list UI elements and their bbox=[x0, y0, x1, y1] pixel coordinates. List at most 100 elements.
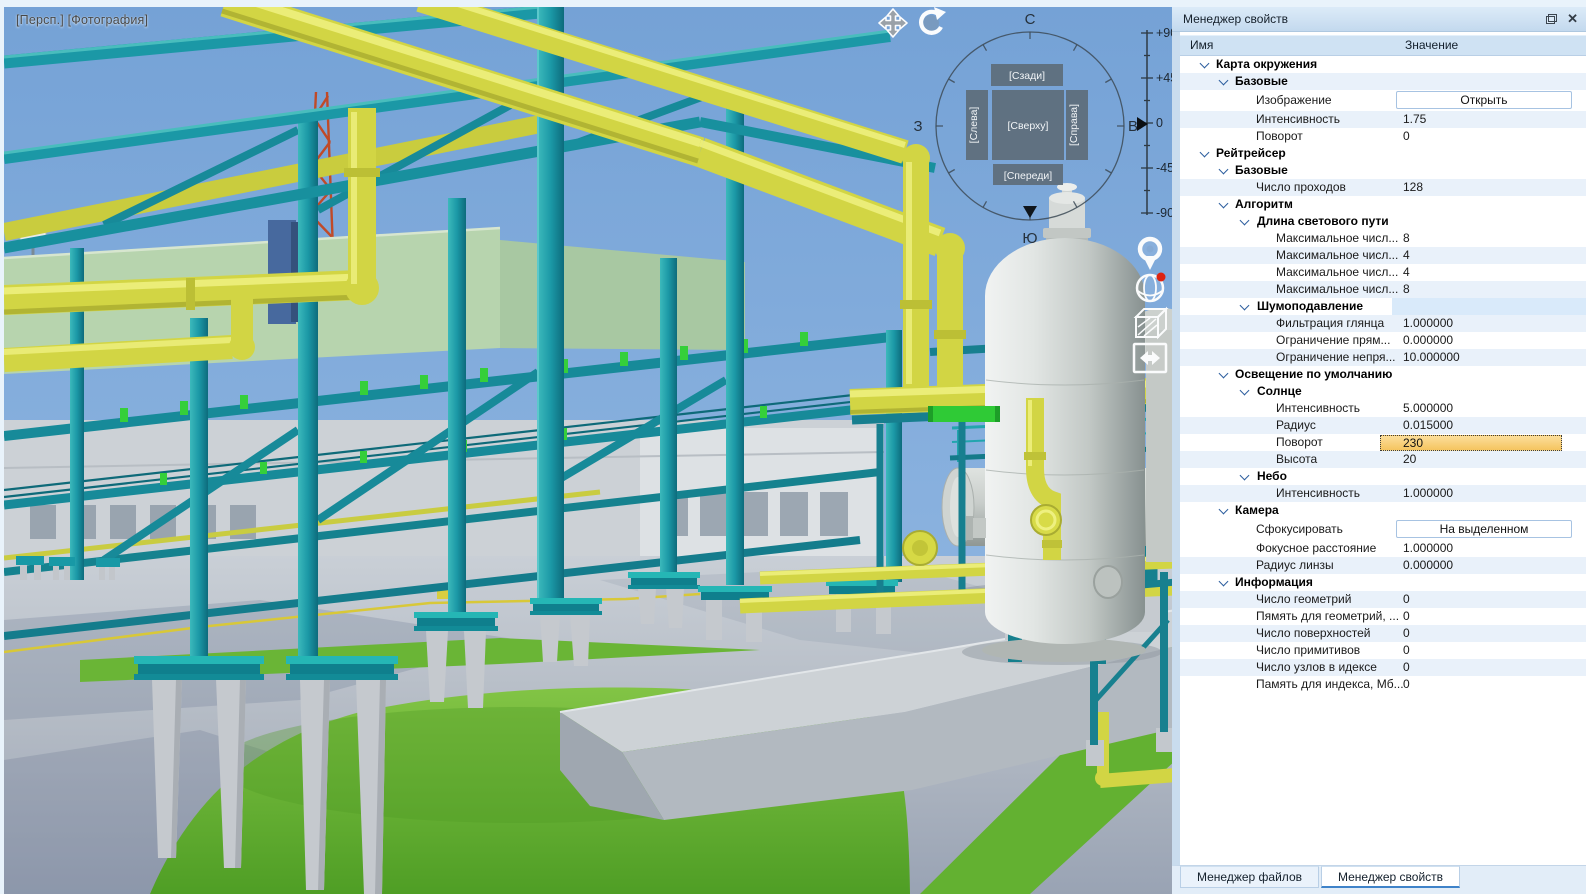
property-value: 0.000000 bbox=[1403, 557, 1453, 574]
property-group-row[interactable]: Камера bbox=[1180, 502, 1586, 519]
property-value: 20 bbox=[1403, 451, 1416, 468]
chevron-down-icon[interactable] bbox=[1240, 302, 1249, 311]
property-value: 1.000000 bbox=[1403, 485, 1453, 502]
property-row[interactable]: Число узлов в идексе 0 bbox=[1180, 659, 1586, 676]
property-label: Карта окружения bbox=[1216, 56, 1317, 73]
property-label: Шумоподавление bbox=[1257, 298, 1363, 315]
chevron-down-icon[interactable] bbox=[1219, 77, 1228, 86]
property-value: 0 bbox=[1403, 659, 1410, 676]
property-row[interactable]: Число проходов128 bbox=[1180, 179, 1586, 196]
property-label: Ограничение непря... bbox=[1276, 349, 1396, 366]
property-value: 0 bbox=[1403, 128, 1410, 145]
property-label: Фокусное расстояние bbox=[1256, 540, 1376, 557]
property-row[interactable]: Ограничение прям...0.000000 bbox=[1180, 332, 1586, 349]
property-row[interactable]: Фокусное расстояние1.000000 bbox=[1180, 540, 1586, 557]
property-label: Рейтрейсер bbox=[1216, 145, 1286, 162]
property-row[interactable]: Интенсивность5.000000 bbox=[1180, 400, 1586, 417]
value-cell-highlight bbox=[1392, 298, 1586, 315]
property-label: Фильтрация глянца bbox=[1276, 315, 1384, 332]
property-value: 0 bbox=[1403, 625, 1410, 642]
chevron-down-icon[interactable] bbox=[1240, 387, 1249, 396]
property-row[interactable]: Сфокусировать На выделенном bbox=[1180, 519, 1586, 540]
property-value: 0 bbox=[1403, 591, 1410, 608]
property-row[interactable]: Максимальное числ... 4 bbox=[1180, 264, 1586, 281]
property-label: Сфокусировать bbox=[1256, 519, 1343, 540]
property-value: 0 bbox=[1403, 676, 1410, 693]
property-row[interactable]: Ограничение непря...10.000000 bbox=[1180, 349, 1586, 366]
tab-property-manager[interactable]: Менеджер свойств bbox=[1321, 866, 1460, 888]
property-row[interactable]: Интенсивность1.000000 bbox=[1180, 485, 1586, 502]
value-button[interactable]: На выделенном bbox=[1396, 520, 1572, 538]
property-row[interactable]: Поворот 230 bbox=[1180, 434, 1586, 451]
chevron-down-icon[interactable] bbox=[1240, 217, 1249, 226]
property-row[interactable]: Память для индекса, Мб...0 bbox=[1180, 676, 1586, 693]
property-group-row[interactable]: Длина светового пути bbox=[1180, 213, 1586, 230]
chevron-down-icon[interactable] bbox=[1200, 60, 1209, 69]
property-group-row[interactable]: Базовые bbox=[1180, 73, 1586, 90]
property-group-row[interactable]: Информация bbox=[1180, 574, 1586, 591]
value-field-selected[interactable]: 230 bbox=[1380, 435, 1562, 451]
property-value: 1.000000 bbox=[1403, 315, 1453, 332]
chevron-down-icon[interactable] bbox=[1200, 149, 1209, 158]
property-group-row[interactable]: Алгоритм bbox=[1180, 196, 1586, 213]
close-icon[interactable]: ✕ bbox=[1567, 13, 1578, 25]
property-label: Память для индекса, Мб... bbox=[1256, 676, 1404, 693]
elevation-tick-label: +90 bbox=[1156, 26, 1172, 40]
property-group-row[interactable]: Рейтрейсер bbox=[1180, 145, 1586, 162]
property-row[interactable]: Фильтрация глянца 1.000000 bbox=[1180, 315, 1586, 332]
property-label: Число узлов в идексе bbox=[1256, 659, 1377, 676]
3d-viewport[interactable]: С Ю З В [Сзади] [Слева] [Сверху] [Справа… bbox=[4, 7, 1172, 894]
property-row[interactable]: Поворот0 bbox=[1180, 128, 1586, 145]
property-group-row[interactable]: Солнце bbox=[1180, 383, 1586, 400]
property-row[interactable]: Число примитивов0 bbox=[1180, 642, 1586, 659]
property-value: 4 bbox=[1403, 264, 1410, 281]
property-label: Поворот bbox=[1276, 434, 1323, 451]
property-row[interactable]: Число поверхностей0 bbox=[1180, 625, 1586, 642]
chevron-down-icon[interactable] bbox=[1219, 370, 1228, 379]
chevron-down-icon[interactable] bbox=[1219, 506, 1228, 515]
property-row[interactable]: Максимальное числ...4 bbox=[1180, 247, 1586, 264]
sun-globe-icon[interactable] bbox=[1137, 273, 1166, 302]
property-row[interactable]: Изображение Открыть bbox=[1180, 90, 1586, 111]
property-row[interactable]: Число геометрий0 bbox=[1180, 591, 1586, 608]
property-group-row[interactable]: Шумоподавление bbox=[1180, 298, 1586, 315]
property-label: Максимальное числ... bbox=[1276, 264, 1398, 281]
elevation-tick-label: -45 bbox=[1156, 161, 1172, 175]
property-row[interactable]: Высота20 bbox=[1180, 451, 1586, 468]
property-row[interactable]: Радиус 0.015000 bbox=[1180, 417, 1586, 434]
tab-file-manager[interactable]: Менеджер файлов bbox=[1180, 866, 1319, 888]
property-label: Максимальное числ... bbox=[1276, 230, 1398, 247]
column-header: Имя Значение bbox=[1180, 35, 1586, 56]
property-label: Радиус bbox=[1276, 417, 1316, 434]
chevron-down-icon[interactable] bbox=[1240, 472, 1249, 481]
property-row[interactable]: Максимальное числ...8 bbox=[1180, 281, 1586, 298]
panel-titlebar[interactable]: Менеджер свойств ✕ bbox=[1172, 7, 1586, 32]
chevron-down-icon[interactable] bbox=[1219, 200, 1228, 209]
property-label: Длина светового пути bbox=[1257, 213, 1389, 230]
property-row[interactable]: Интенсивность1.75 bbox=[1180, 111, 1586, 128]
compass-north-label: С bbox=[1025, 11, 1036, 28]
panel-body: Имя Значение Карта окруженияБазовыеИзобр… bbox=[1172, 32, 1586, 866]
compass-south-label: Ю bbox=[1022, 230, 1037, 247]
chevron-down-icon[interactable] bbox=[1219, 166, 1228, 175]
property-row[interactable]: Пямять для геометрий, ...0 bbox=[1180, 608, 1586, 625]
property-row[interactable]: Максимальное числ...8 bbox=[1180, 230, 1586, 247]
view-top-label: [Сверху] bbox=[1008, 120, 1049, 132]
property-value: 8 bbox=[1403, 281, 1410, 298]
property-row[interactable]: Радиус линзы0.000000 bbox=[1180, 557, 1586, 574]
property-group-row[interactable]: Базовые bbox=[1180, 162, 1586, 179]
property-group-row[interactable]: Освещение по умолчанию bbox=[1180, 366, 1586, 383]
property-value: 5.000000 bbox=[1403, 400, 1453, 417]
property-value: 0.015000 bbox=[1403, 417, 1453, 434]
fit-width-icon[interactable] bbox=[1134, 344, 1166, 372]
property-group-row[interactable]: Карта окружения bbox=[1180, 56, 1586, 73]
value-button[interactable]: Открыть bbox=[1396, 91, 1572, 109]
view-left-label: [Слева] bbox=[968, 107, 980, 144]
property-group-row[interactable]: Небо bbox=[1180, 468, 1586, 485]
compass-east-label: В bbox=[1128, 118, 1138, 135]
float-window-icon[interactable] bbox=[1546, 14, 1557, 24]
property-label: Изображение bbox=[1256, 90, 1332, 111]
chevron-down-icon[interactable] bbox=[1219, 578, 1228, 587]
properties-panel: Менеджер свойств ✕ Имя Значение Карта ок… bbox=[1172, 7, 1586, 894]
property-label: Число проходов bbox=[1256, 179, 1346, 196]
